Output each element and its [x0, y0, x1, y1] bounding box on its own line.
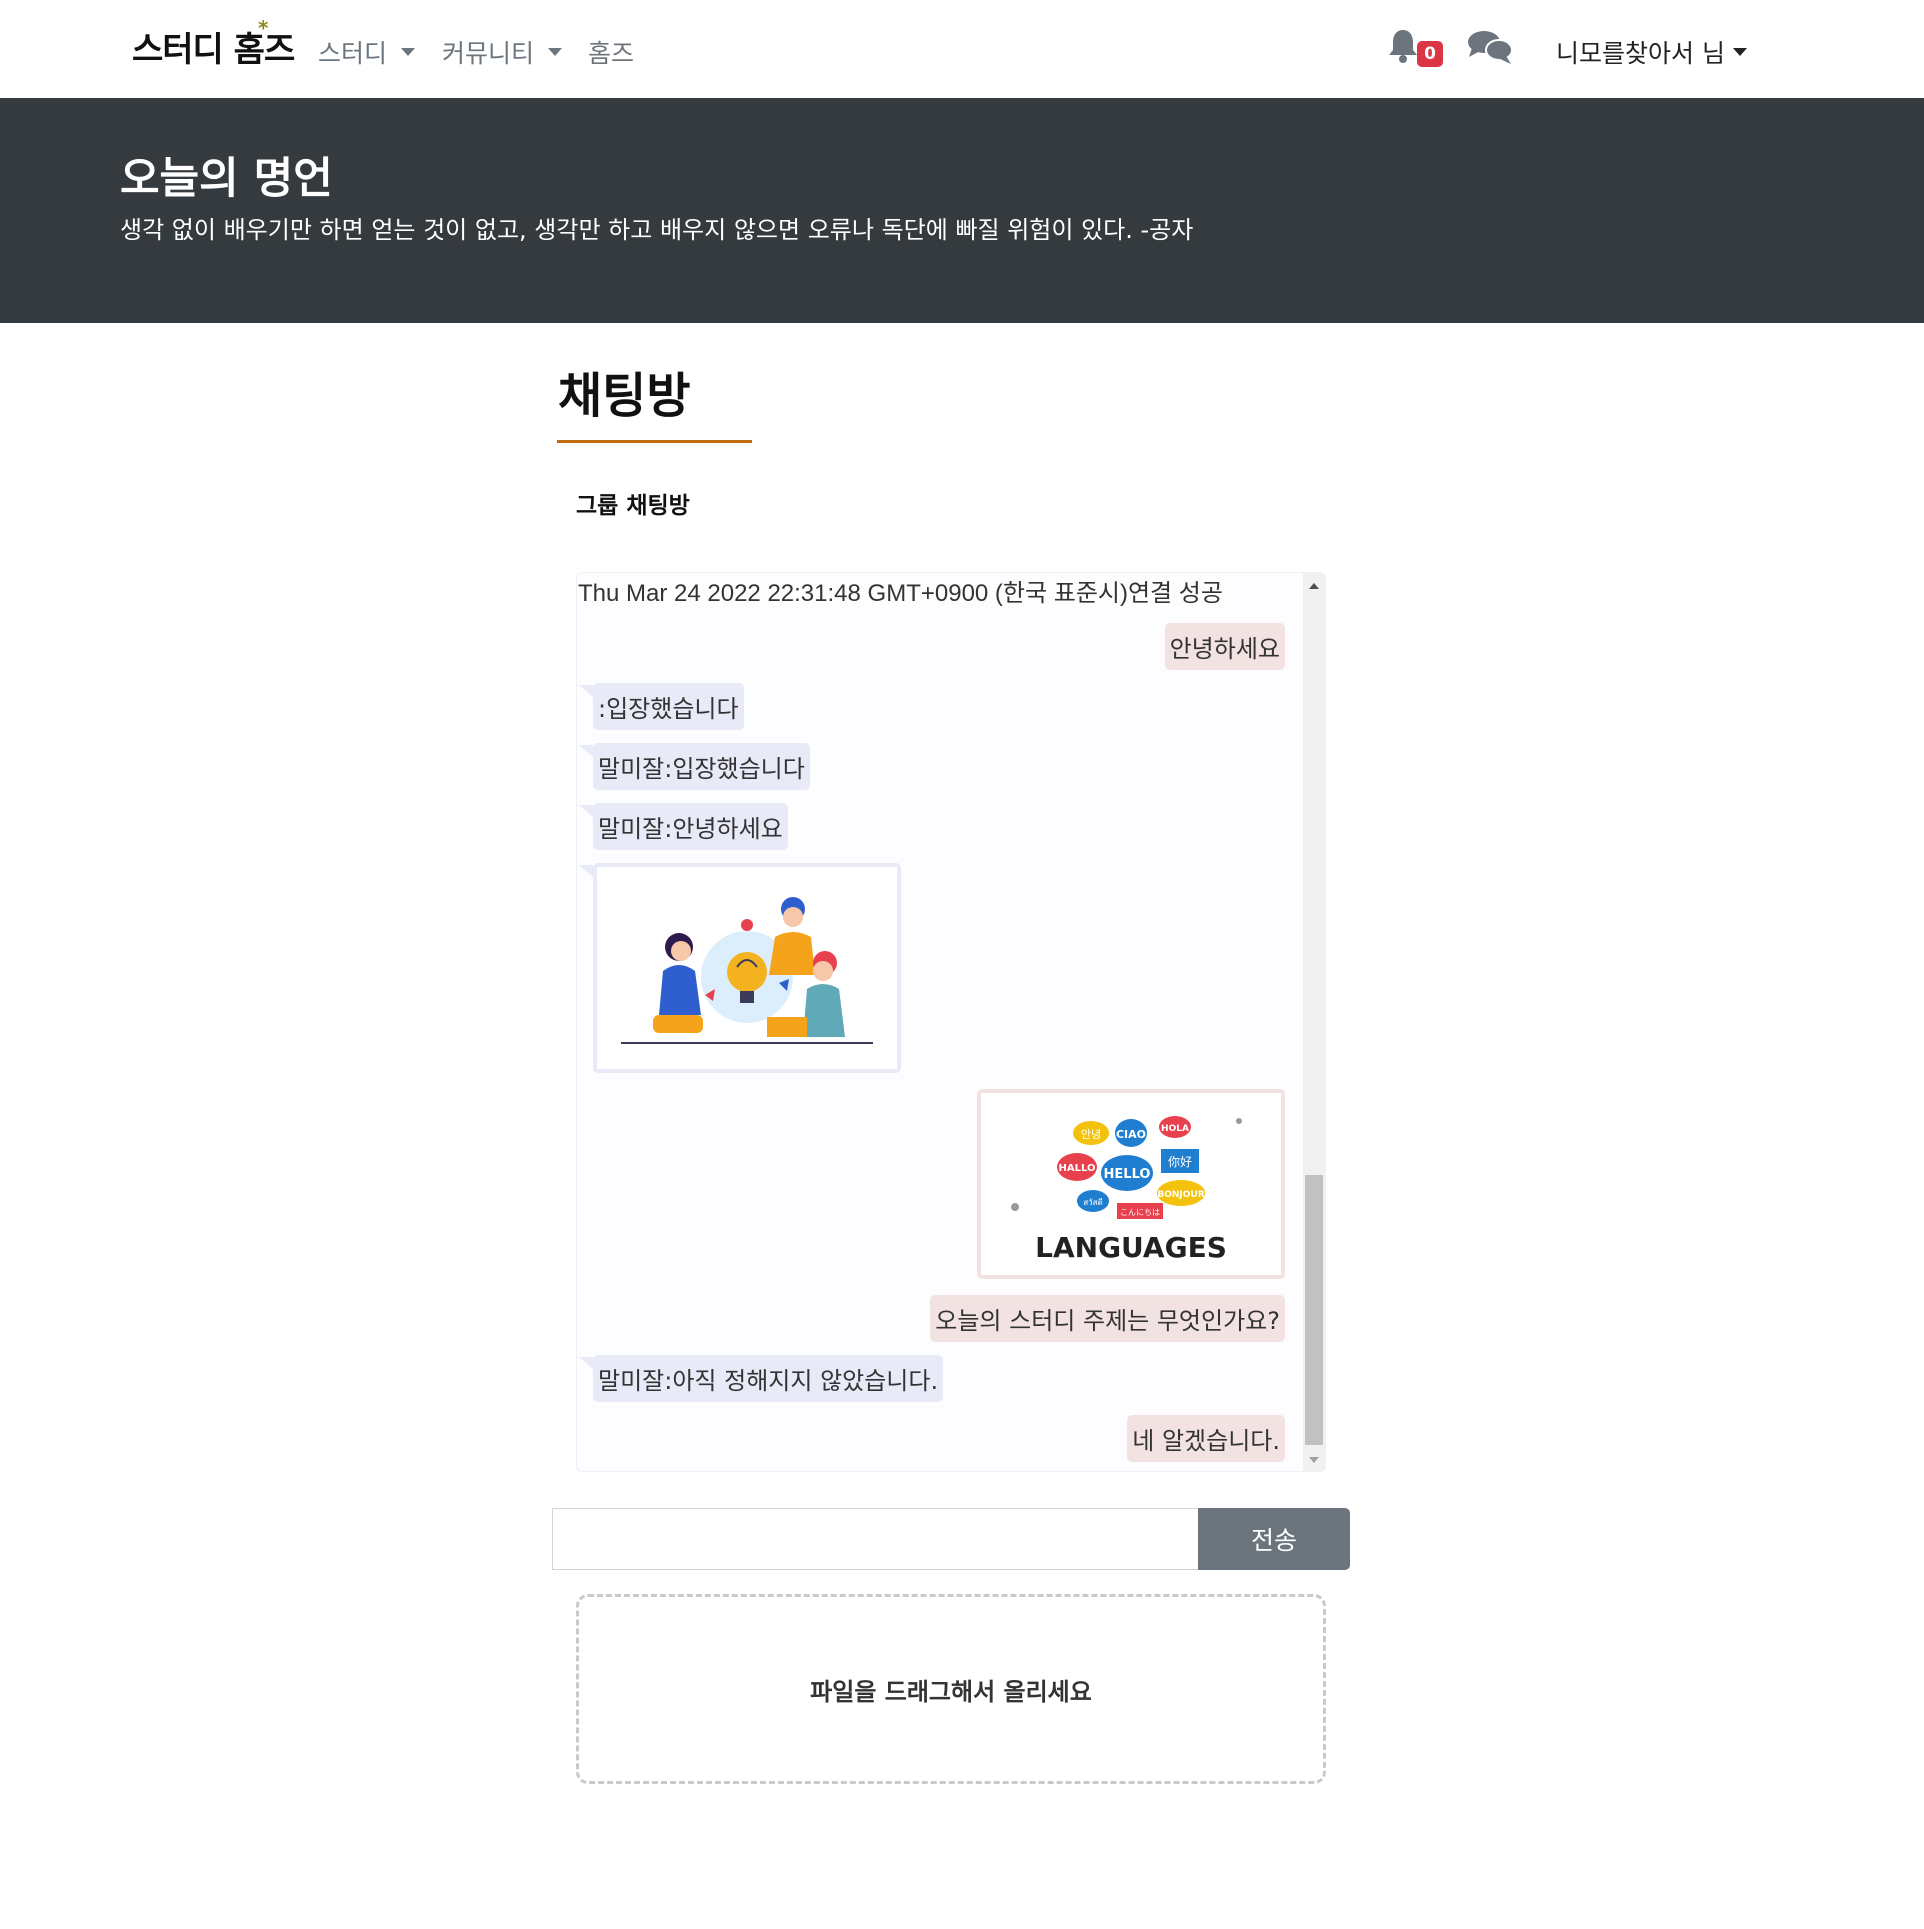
chat-message-other: 말미잘:아직 정해지지 않았습니다.	[578, 1355, 944, 1402]
bubble-text: 你好	[1168, 1155, 1192, 1169]
nav-menu-community[interactable]: 커뮤니티	[442, 34, 563, 70]
chat-message-mine: 안녕하세요	[1164, 623, 1285, 670]
chat-message-area[interactable]: Thu Mar 24 2022 22:31:48 GMT+0900 (한국 표준…	[576, 572, 1326, 1472]
scroll-down-arrow-icon[interactable]	[1309, 1457, 1319, 1463]
file-drop-zone[interactable]: 파일을 드래그해서 올리세요	[576, 1594, 1326, 1784]
drop-zone-label: 파일을 드래그해서 올리세요	[810, 1677, 1092, 1706]
caret-down-icon	[548, 48, 563, 56]
nav-menu-homes[interactable]: 홈즈	[588, 34, 634, 70]
bubble-text: HALLO	[1059, 1163, 1096, 1174]
message-input[interactable]	[552, 1508, 1200, 1570]
chat-message-other: :입장했습니다	[579, 683, 744, 730]
bubble-text: 안녕	[1081, 1128, 1101, 1141]
bubble-text: สวัสดี	[1083, 1198, 1102, 1207]
bubble-text: BONJOUR	[1157, 1190, 1204, 1200]
languages-illustration: 안녕 CIAO HOLA HALLO HELLO 你好 สวัสดี BONJO…	[981, 1093, 1281, 1275]
chat-message-other: 말미잘:안녕하세요	[579, 803, 788, 850]
scrollbar-thumb[interactable]	[1305, 1175, 1323, 1445]
nav-menu-homes-label: 홈즈	[588, 39, 635, 68]
bubble-text: こんにちは	[1120, 1208, 1160, 1217]
user-name-label: 니모를찾아서 님	[1556, 39, 1725, 68]
quote-banner: 오늘의 명언 생각 없이 배우기만 하면 얻는 것이 없고, 생각만 하고 배우…	[0, 98, 1924, 323]
bubble-text: HELLO	[1104, 1167, 1151, 1182]
page-title: 채팅방	[558, 368, 691, 424]
brand-logo[interactable]: 스터디 홈즈	[132, 22, 295, 71]
bubble-text: CIAO	[1116, 1128, 1146, 1141]
chat-room-name: 그룹 채팅방	[576, 493, 690, 519]
bell-icon[interactable]	[1386, 28, 1420, 64]
languages-caption: LANGUAGES	[1035, 1231, 1227, 1264]
title-underline	[557, 440, 752, 443]
bubble-text: HOLA	[1161, 1124, 1189, 1134]
banner-quote: 생각 없이 배우기만 하면 얻는 것이 없고, 생각만 하고 배우지 않으면 오…	[120, 216, 1194, 244]
caret-down-icon	[1732, 48, 1747, 56]
nav-menu-study[interactable]: 스터디	[318, 34, 416, 70]
top-navbar: 스터디 홈즈 * 스터디 커뮤니티 홈즈 0 니모를찾아서 님	[0, 0, 1924, 98]
chat-message-mine: 네 알겠습니다.	[1127, 1415, 1285, 1462]
scroll-up-arrow-icon[interactable]	[1309, 583, 1319, 589]
notification-count-badge: 0	[1417, 41, 1443, 67]
brand-star-mark: *	[258, 16, 269, 40]
caret-down-icon	[401, 48, 416, 56]
send-button[interactable]: 전송	[1198, 1508, 1350, 1570]
nav-menu-community-label: 커뮤니티	[442, 39, 535, 68]
chat-message-mine: 오늘의 스터디 주제는 무엇인가요?	[930, 1295, 1285, 1342]
chat-image-message-mine[interactable]: 안녕 CIAO HOLA HALLO HELLO 你好 สวัสดี BONJO…	[977, 1089, 1285, 1279]
chat-message-other: 말미잘:입장했습니다	[579, 743, 810, 790]
system-message: Thu Mar 24 2022 22:31:48 GMT+0900 (한국 표준…	[578, 580, 1223, 607]
chat-image-message-other[interactable]	[579, 863, 901, 1073]
nav-menu-study-label: 스터디	[318, 39, 388, 68]
user-dropdown[interactable]: 니모를찾아서 님	[1556, 34, 1747, 70]
chat-bubbles-icon[interactable]	[1466, 28, 1514, 66]
team-idea-illustration	[597, 867, 897, 1069]
banner-title: 오늘의 명언	[120, 154, 333, 204]
chat-scrollbar[interactable]	[1303, 573, 1325, 1471]
